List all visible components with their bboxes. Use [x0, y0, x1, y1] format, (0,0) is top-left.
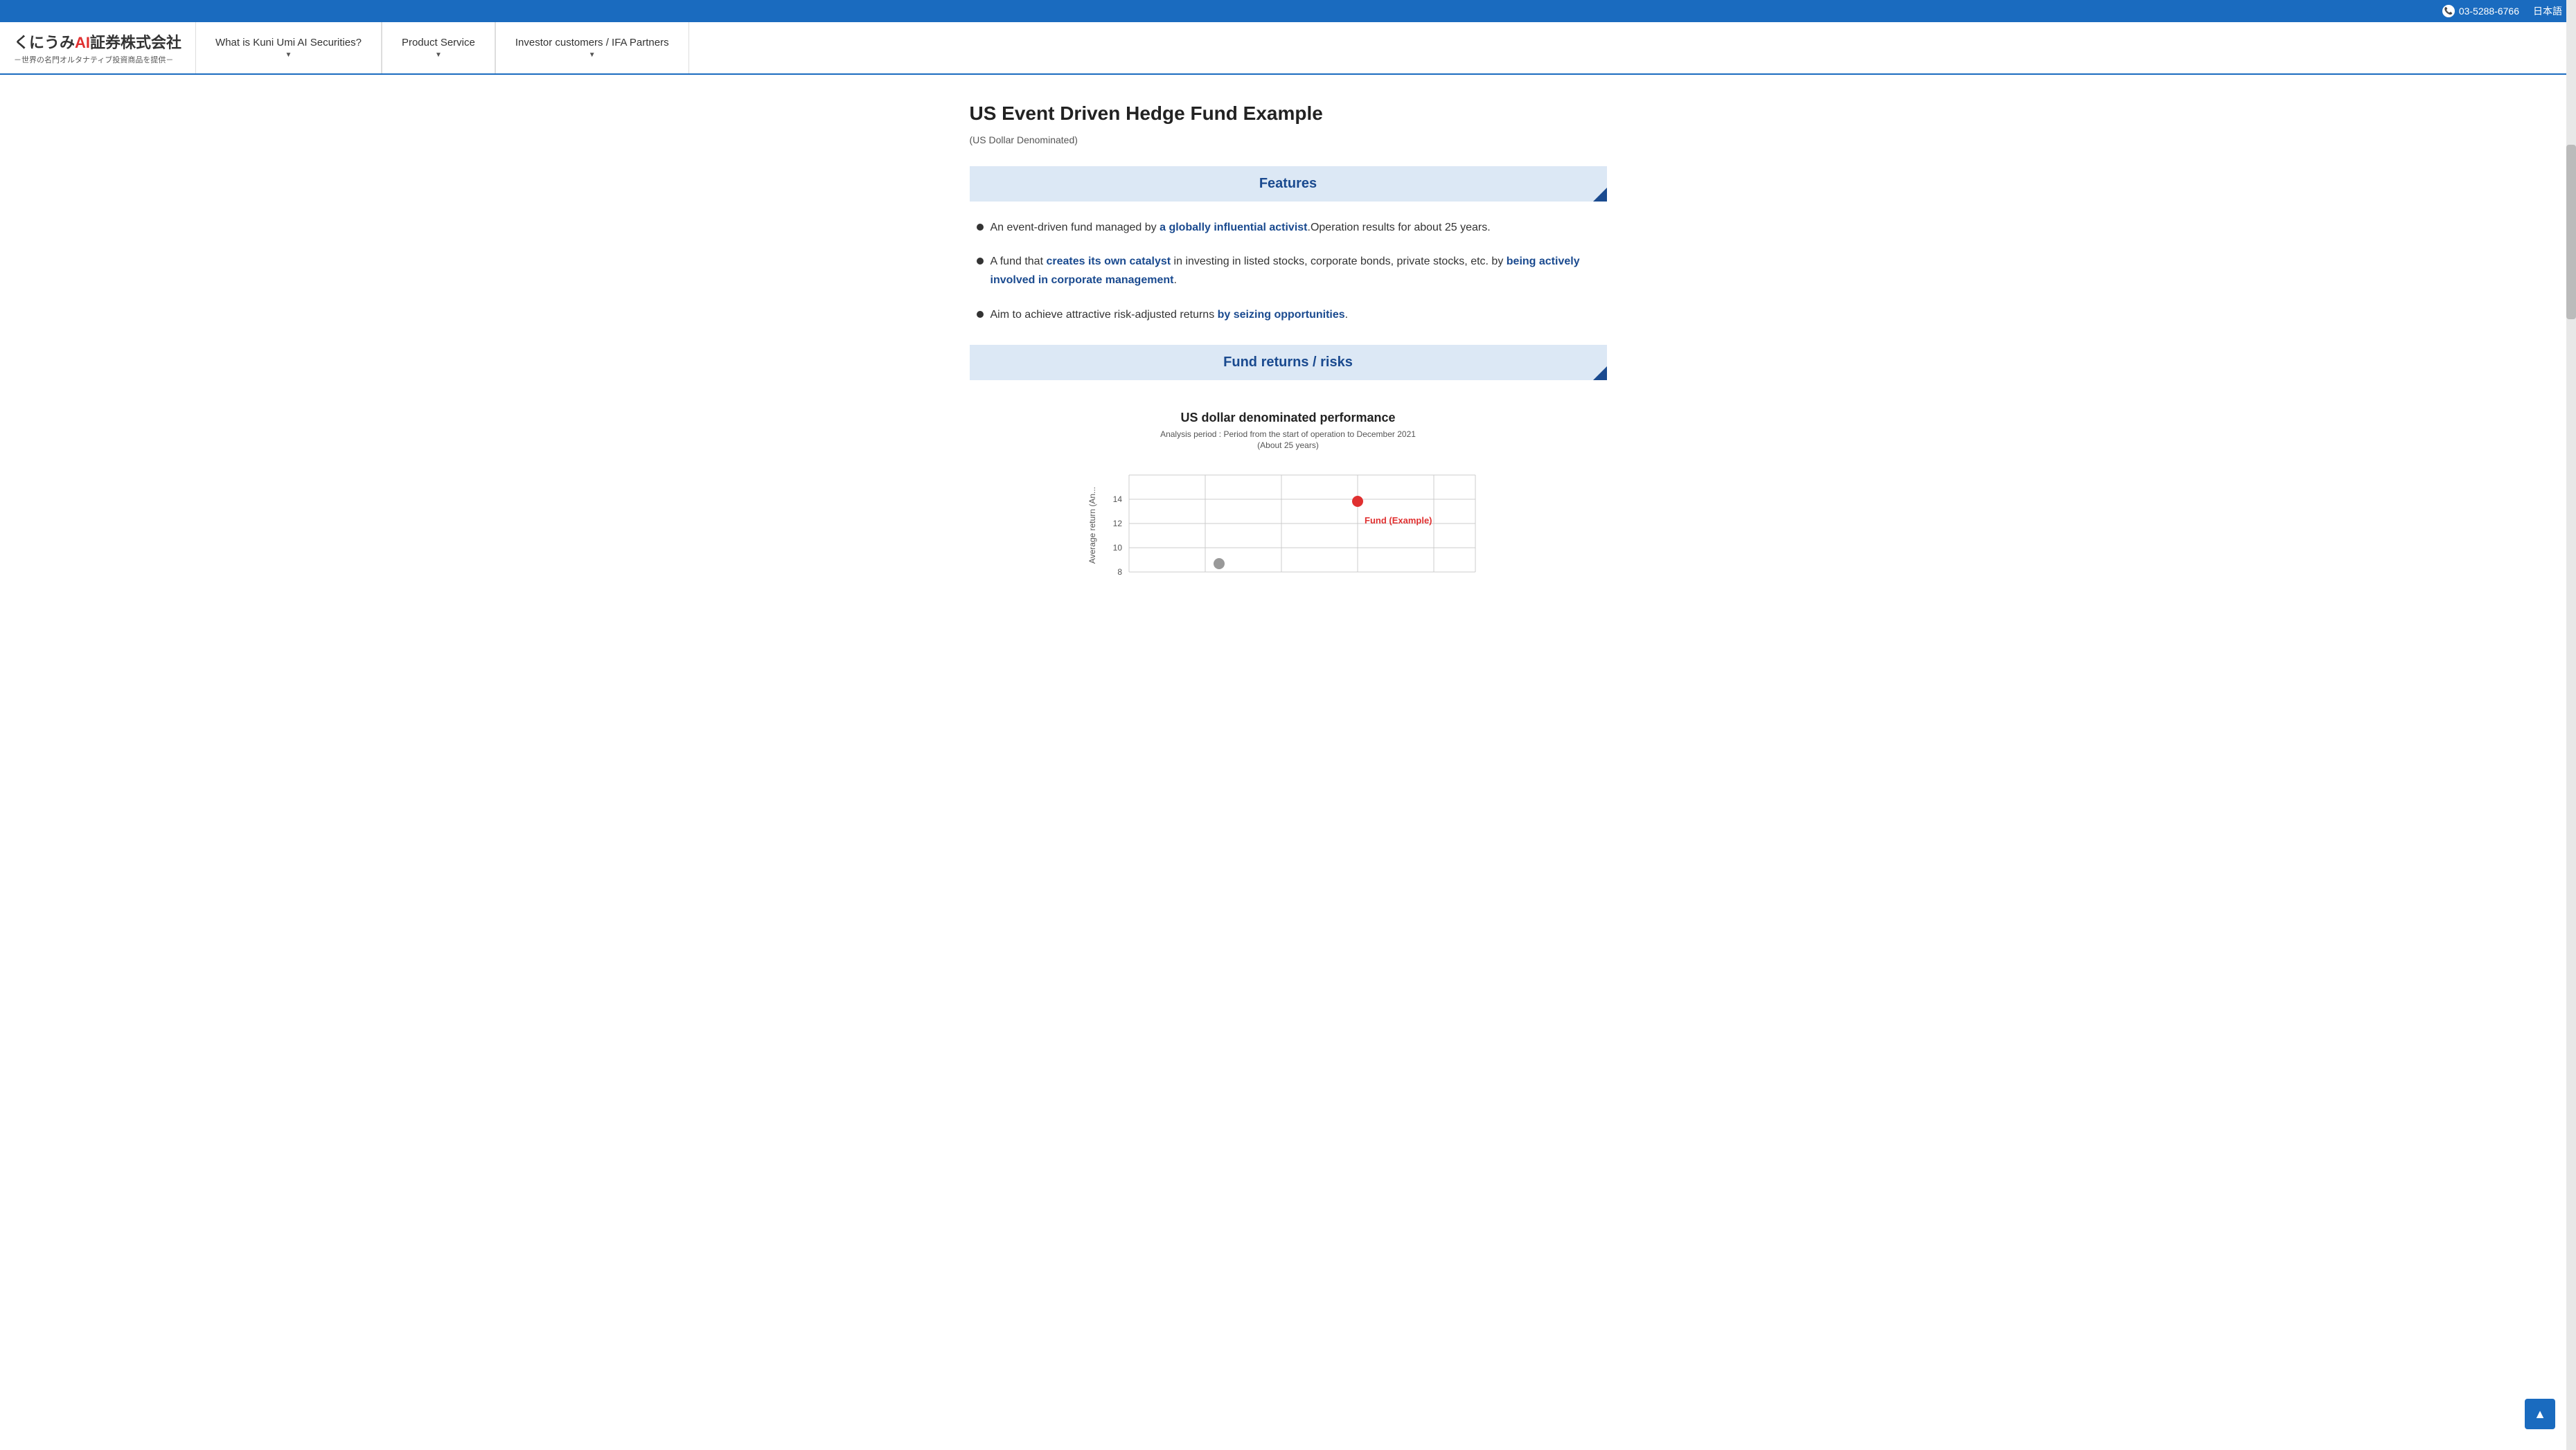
phone-display: 03-5288-6766	[2442, 5, 2519, 17]
opportunities-link[interactable]: by seizing opportunities	[1218, 309, 1345, 321]
chevron-down-icon: ▼	[589, 51, 596, 59]
feature-item-1: An event-driven fund managed by a global…	[977, 218, 1600, 237]
bullet-icon	[977, 258, 984, 265]
chart-sub-title: Analysis period : Period from the start …	[977, 429, 1600, 439]
chart-container: US dollar denominated performance Analys…	[970, 397, 1607, 603]
fund-returns-section-header: Fund returns / risks	[970, 345, 1607, 380]
catalyst-link[interactable]: creates its own catalyst	[1046, 256, 1171, 267]
svg-text:8: 8	[1117, 567, 1122, 577]
features-section-header: Features	[970, 166, 1607, 202]
fund-dot	[1352, 496, 1363, 507]
main-nav: What is Kuni Umi AI Securities? ▼ Produc…	[195, 22, 2576, 73]
bullet-icon	[977, 224, 984, 231]
page-title: US Event Driven Hedge Fund Example	[970, 102, 1607, 125]
corner-decoration	[1593, 366, 1607, 380]
logo-title: くにうみAI証券株式会社	[14, 30, 181, 53]
phone-icon	[2442, 5, 2455, 17]
chevron-down-icon: ▼	[435, 51, 442, 59]
features-title: Features	[1259, 176, 1317, 192]
features-list: An event-driven fund managed by a global…	[970, 218, 1607, 324]
chart-svg-wrap: 8 10 12 14 Fund (Example)	[1101, 461, 1489, 589]
feature-item-2: A fund that creates its own catalyst in …	[977, 252, 1600, 289]
corner-decoration	[1593, 188, 1607, 202]
bullet-icon	[977, 311, 984, 318]
svg-text:10: 10	[1112, 543, 1122, 553]
nav-label-what-is: What is Kuni Umi AI Securities?	[215, 37, 362, 48]
top-bar: 03-5288-6766 日本語	[0, 0, 2576, 22]
svg-text:12: 12	[1112, 519, 1122, 528]
fund-label: Fund (Example)	[1365, 515, 1432, 526]
feature-item-3: Aim to achieve attractive risk-adjusted …	[977, 305, 1600, 324]
nav-item-product-service[interactable]: Product Service ▼	[382, 22, 495, 73]
page-subtitle: (US Dollar Denominated)	[970, 134, 1607, 145]
nav-item-investor[interactable]: Investor customers / IFA Partners ▼	[495, 22, 689, 73]
fund-returns-section: Fund returns / risks US dollar denominat…	[970, 345, 1607, 603]
header: くにうみAI証券株式会社 －世界の名門オルタナティブ投資商品を提供－ What …	[0, 22, 2576, 75]
activist-link[interactable]: a globally influential activist	[1160, 222, 1307, 233]
nav-label-investor: Investor customers / IFA Partners	[515, 37, 669, 48]
other-dot	[1214, 558, 1225, 569]
scroll-to-top-button[interactable]: ▲	[2525, 1399, 2555, 1429]
chart-period: (About 25 years)	[977, 440, 1600, 450]
nav-item-what-is[interactable]: What is Kuni Umi AI Securities? ▼	[195, 22, 382, 73]
main-content: US Event Driven Hedge Fund Example (US D…	[956, 75, 1621, 652]
logo-subtitle: －世界の名門オルタナティブ投資商品を提供－	[14, 54, 181, 65]
chart-wrapper: Average return (An...	[977, 461, 1600, 589]
chart-main-title: US dollar denominated performance	[977, 411, 1600, 425]
chevron-down-icon: ▼	[285, 51, 292, 59]
chart-y-label: Average return (An...	[1087, 487, 1097, 564]
scrollbar-thumb[interactable]	[2566, 145, 2576, 319]
phone-number: 03-5288-6766	[2459, 6, 2519, 17]
logo: くにうみAI証券株式会社 －世界の名門オルタナティブ投資商品を提供－	[0, 22, 195, 73]
scrollbar-track	[2566, 0, 2576, 1450]
fund-returns-title: Fund returns / risks	[1223, 355, 1353, 370]
svg-text:14: 14	[1112, 494, 1122, 504]
logo-ai: AI	[75, 34, 90, 51]
language-switch[interactable]: 日本語	[2533, 4, 2562, 18]
chart-svg: 8 10 12 14 Fund (Example)	[1101, 461, 1489, 586]
feature-text-3: Aim to achieve attractive risk-adjusted …	[991, 305, 1349, 324]
nav-label-product-service: Product Service	[402, 37, 475, 48]
feature-text-2: A fund that creates its own catalyst in …	[991, 252, 1600, 289]
feature-text-1: An event-driven fund managed by a global…	[991, 218, 1491, 237]
